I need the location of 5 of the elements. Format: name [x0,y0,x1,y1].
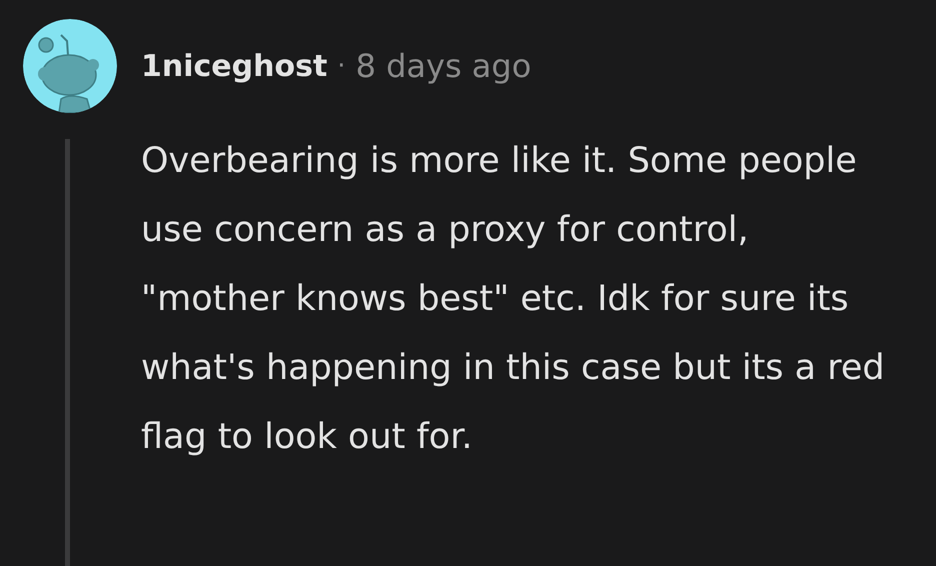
avatar-icon[interactable] [23,19,117,113]
comment-text: Overbearing is more like it. Some people use concern as a proxy for control, "mother knows best" etc. Idk for sure its what's happening in this case but its a red flag to look out for. [141,140,886,459]
username-link[interactable]: 1niceghost [141,48,328,84]
separator-dot: · [337,51,346,81]
timestamp: 8 days ago [356,47,532,85]
